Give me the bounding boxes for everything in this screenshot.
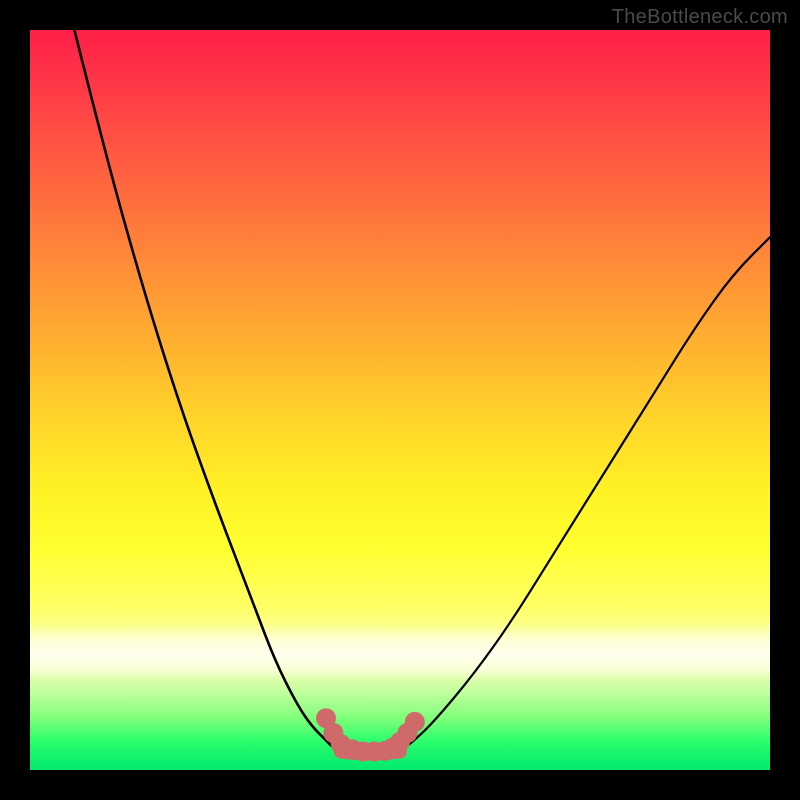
chart-gradient-background: [30, 30, 770, 770]
chart-frame: TheBottleneck.com: [0, 0, 800, 800]
watermark-text: TheBottleneck.com: [612, 6, 788, 29]
